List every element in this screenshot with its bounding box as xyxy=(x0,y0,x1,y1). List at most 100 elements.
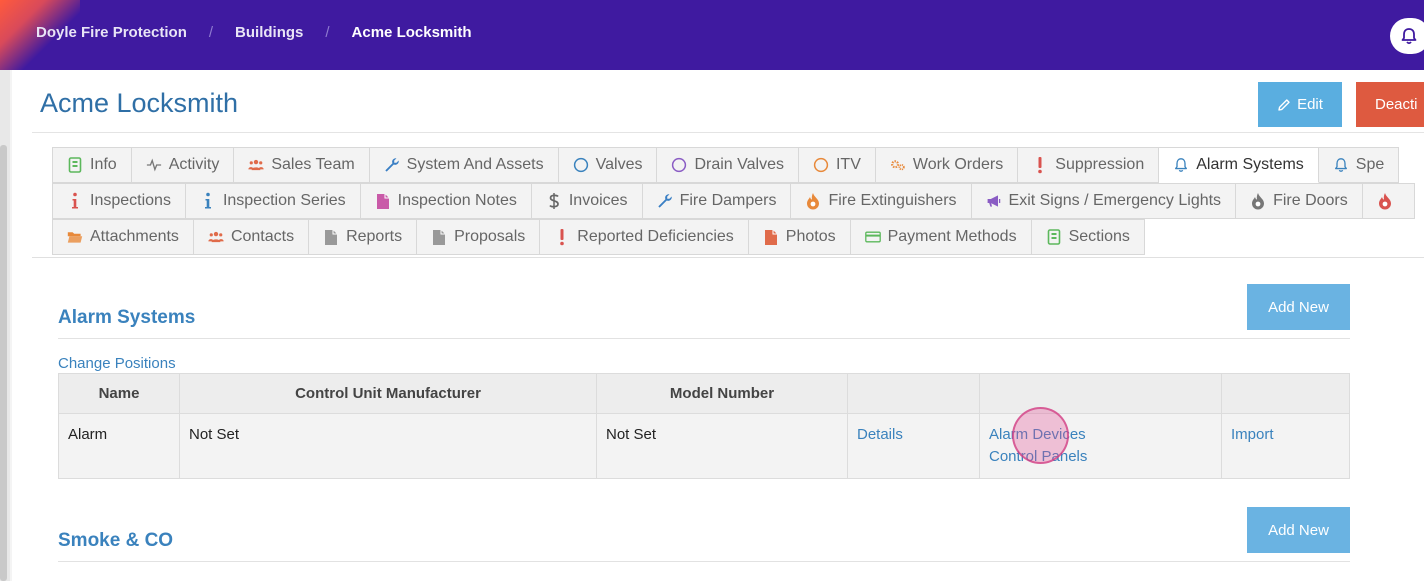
tab-label: Valves xyxy=(595,156,643,173)
column-header-links xyxy=(979,373,1222,414)
flame-icon xyxy=(1377,193,1393,210)
breadcrumb-current: Acme Locksmith xyxy=(351,24,472,41)
alarm-devices-link[interactable]: Alarm Devices xyxy=(989,424,1212,446)
change-positions-link[interactable]: Change Positions xyxy=(58,355,176,372)
tab-label: ITV xyxy=(835,156,861,173)
tab-label: Info xyxy=(90,156,117,173)
tab-info[interactable]: Info xyxy=(52,147,132,183)
add-smoke-co-button[interactable]: Add New xyxy=(1247,507,1350,553)
tab-label: Fire Extinguishers xyxy=(828,192,957,209)
add-alarm-system-button[interactable]: Add New xyxy=(1247,284,1350,330)
import-cell: Import xyxy=(1221,413,1350,479)
tabs-divider xyxy=(32,257,1424,258)
file-icon xyxy=(431,229,447,245)
column-header-manufacturer: Control Unit Manufacturer xyxy=(179,373,597,414)
table-row: Alarm Not Set Not Set Details Alarm Devi… xyxy=(58,413,1350,479)
tab-contacts[interactable]: Contacts xyxy=(193,219,310,255)
tab-sections[interactable]: Sections xyxy=(1031,219,1145,255)
tab-inspection-notes[interactable]: Inspection Notes xyxy=(360,183,532,219)
tab-reports[interactable]: Reports xyxy=(309,219,418,255)
circle-icon xyxy=(813,157,829,173)
column-header-details xyxy=(847,373,980,414)
edit-button-label: Edit xyxy=(1297,96,1323,113)
details-link[interactable]: Details xyxy=(857,424,970,446)
tab-exit-signs-emergency-lights[interactable]: Exit Signs / Emergency Lights xyxy=(971,183,1237,219)
tab-suppression[interactable]: Suppression xyxy=(1018,147,1160,183)
tab-photos[interactable]: Photos xyxy=(748,219,851,255)
tab-label: Activity xyxy=(168,156,220,173)
circle-icon xyxy=(671,157,687,173)
tab-more[interactable] xyxy=(1362,183,1415,219)
tab-alarm-systems[interactable]: Alarm Systems xyxy=(1159,147,1319,183)
exclamation-icon xyxy=(554,229,570,246)
bell-icon xyxy=(1333,157,1349,173)
tab-label: Fire Dampers xyxy=(679,192,777,209)
tab-fire-doors[interactable]: Fire Doors xyxy=(1236,183,1363,219)
alarm-systems-heading: Alarm Systems xyxy=(58,307,196,328)
tab-label: Suppression xyxy=(1055,156,1145,173)
info-card-icon xyxy=(67,157,83,173)
gears-icon xyxy=(890,157,906,173)
tab-label: Fire Doors xyxy=(1273,192,1348,209)
tab-spe[interactable]: Spe xyxy=(1318,147,1400,183)
tab-system-and-assets[interactable]: System And Assets xyxy=(369,147,559,183)
circle-icon xyxy=(573,157,589,173)
bell-icon xyxy=(1401,28,1417,45)
tab-label: Spe xyxy=(1355,156,1385,173)
column-header-model: Model Number xyxy=(596,373,848,414)
smoke-co-heading: Smoke & CO xyxy=(58,530,174,551)
breadcrumb: Doyle Fire Protection / Buildings / Acme… xyxy=(36,24,472,41)
tab-work-orders[interactable]: Work Orders xyxy=(875,147,1019,183)
flame-icon xyxy=(805,193,821,210)
file-icon xyxy=(375,193,391,209)
edit-button[interactable]: Edit xyxy=(1258,82,1342,127)
tab-label: Payment Methods xyxy=(887,228,1017,245)
tab-label: Contacts xyxy=(230,228,295,245)
page-scrollbar[interactable] xyxy=(0,70,10,581)
tab-drain-valves[interactable]: Drain Valves xyxy=(657,147,799,183)
tab-invoices[interactable]: Invoices xyxy=(531,183,643,219)
page-scrollbar-thumb[interactable] xyxy=(0,145,7,581)
tab-reported-deficiencies[interactable]: Reported Deficiencies xyxy=(540,219,749,255)
sub-links-cell: Alarm Devices Control Panels xyxy=(979,413,1222,479)
tab-activity[interactable]: Activity xyxy=(131,147,235,183)
tab-valves[interactable]: Valves xyxy=(558,147,658,183)
wrench-icon xyxy=(657,193,673,209)
column-header-name: Name xyxy=(58,373,180,414)
tab-itv[interactable]: ITV xyxy=(798,147,876,183)
model-number-cell: Not Set xyxy=(596,413,848,479)
wrench-icon xyxy=(384,157,400,173)
tab-attachments[interactable]: Attachments xyxy=(52,219,194,255)
tab-sales-team[interactable]: Sales Team xyxy=(234,147,370,183)
top-navigation-bar: Doyle Fire Protection / Buildings / Acme… xyxy=(0,0,1424,70)
breadcrumb-separator: / xyxy=(325,24,330,41)
tab-payment-methods[interactable]: Payment Methods xyxy=(850,219,1032,255)
tab-label: Inspection Series xyxy=(222,192,346,209)
manufacturer-cell: Not Set xyxy=(179,413,597,479)
tab-label: Invoices xyxy=(568,192,628,209)
tab-label: Reports xyxy=(346,228,403,245)
tab-row-3: Attachments Contacts Reports Proposals Repor… xyxy=(52,219,1145,255)
import-link[interactable]: Import xyxy=(1231,424,1340,446)
info-icon xyxy=(67,192,83,209)
tab-inspections[interactable]: Inspections xyxy=(52,183,186,219)
tab-label: Inspections xyxy=(90,192,171,209)
breadcrumb-company[interactable]: Doyle Fire Protection xyxy=(36,24,187,41)
tab-row-2: Inspections Inspection Series Inspection N… xyxy=(52,183,1415,219)
breadcrumb-buildings[interactable]: Buildings xyxy=(235,24,303,41)
tab-fire-dampers[interactable]: Fire Dampers xyxy=(642,183,792,219)
details-cell: Details xyxy=(847,413,980,479)
tab-proposals[interactable]: Proposals xyxy=(417,219,541,255)
folder-icon xyxy=(67,229,83,245)
deactivate-button[interactable]: Deacti xyxy=(1356,82,1424,127)
flame-icon xyxy=(1250,193,1266,210)
section-divider xyxy=(58,561,1350,562)
info-card-icon xyxy=(1046,229,1062,245)
tab-inspection-series[interactable]: Inspection Series xyxy=(185,183,361,219)
title-divider xyxy=(32,132,1424,133)
notifications-button[interactable] xyxy=(1390,18,1424,54)
tab-fire-extinguishers[interactable]: Fire Extinguishers xyxy=(791,183,972,219)
control-panels-link[interactable]: Control Panels xyxy=(989,446,1212,468)
tab-row-1: Info Activity Sales Team System And Assets V… xyxy=(52,147,1400,183)
tab-label: System And Assets xyxy=(406,156,544,173)
